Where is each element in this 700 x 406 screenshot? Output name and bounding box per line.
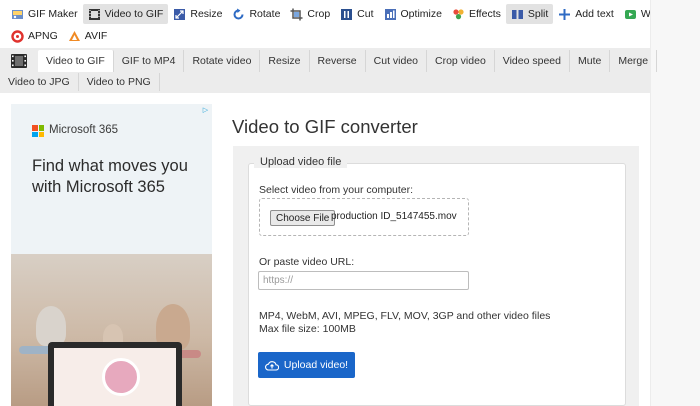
nav-resize-label: Resize (190, 8, 223, 20)
apng-icon (11, 29, 24, 43)
effects-icon (452, 8, 465, 21)
person-figure (36, 306, 66, 346)
nav-avif-label: AVIF (84, 30, 108, 42)
nav-split-label: Split (527, 8, 549, 20)
top-navigation: GIF Maker Video to GIF Resize Rotate Cro… (0, 0, 669, 48)
nav-cut-label: Cut (357, 8, 374, 20)
nav-add-text-label: Add text (575, 8, 614, 20)
nav-avif[interactable]: AVIF (63, 26, 113, 46)
sub-nav-row-2: Video to JPG Video to PNG (0, 73, 160, 91)
choose-file-button[interactable]: Choose File (270, 210, 336, 226)
supported-formats-text: MP4, WebM, AVI, MPEG, FLV, MOV, 3GP and … (259, 310, 551, 322)
top-nav-row-1: GIF Maker Video to GIF Resize Rotate Cro… (6, 4, 674, 24)
microsoft-logo-icon (32, 125, 44, 137)
sub-nav-row-1: Video to GIF GIF to MP4 Rotate video Res… (0, 50, 658, 72)
nav-split[interactable]: Split (505, 4, 554, 24)
selected-file-name: production ID_5147455.mov (331, 211, 457, 222)
upload-video-button[interactable]: Upload video! (258, 352, 355, 378)
avif-icon (68, 30, 81, 43)
ad-headline: Find what moves you with Microsoft 365 (32, 157, 188, 196)
cut-icon (340, 8, 353, 21)
nav-apng[interactable]: APNG (6, 26, 63, 46)
ad-laptop-image (48, 342, 182, 406)
subtab-mute[interactable]: Mute (570, 50, 611, 72)
video-url-input[interactable] (258, 271, 469, 290)
advertisement[interactable]: ▷ Microsoft 365 Find what moves you with… (11, 104, 212, 406)
resize-icon (173, 8, 186, 21)
subtab-video-to-jpg[interactable]: Video to JPG (0, 73, 79, 91)
subtab-video-to-png[interactable]: Video to PNG (79, 73, 160, 91)
subtab-reverse[interactable]: Reverse (310, 50, 366, 72)
film-strip-icon (0, 50, 38, 72)
subtab-video-to-gif[interactable]: Video to GIF (38, 50, 114, 72)
nav-cut[interactable]: Cut (335, 4, 378, 24)
nav-video-to-gif-label: Video to GIF (104, 8, 164, 20)
gif-maker-icon (11, 8, 24, 21)
nav-rotate-label: Rotate (249, 8, 281, 20)
nav-crop-label: Crop (307, 8, 331, 20)
nav-apng-label: APNG (28, 30, 58, 42)
laptop-screen (54, 348, 176, 406)
url-label: Or paste video URL: (259, 256, 355, 268)
rotate-icon (232, 8, 245, 21)
ad-brand: Microsoft 365 (49, 124, 119, 136)
nav-rotate[interactable]: Rotate (227, 4, 285, 24)
max-file-size-text: Max file size: 100MB (259, 323, 356, 335)
crop-icon (290, 8, 303, 21)
subtab-rotate-video[interactable]: Rotate video (184, 50, 261, 72)
add-text-icon (558, 8, 571, 21)
webp-icon (624, 8, 637, 21)
nav-effects-label: Effects (468, 8, 501, 20)
page-title: Video to GIF converter (232, 116, 418, 137)
nav-effects[interactable]: Effects (447, 4, 506, 24)
subtab-cut-video[interactable]: Cut video (366, 50, 427, 72)
subtab-resize[interactable]: Resize (260, 50, 310, 72)
upload-video-button-label: Upload video! (283, 359, 349, 371)
nav-crop[interactable]: Crop (285, 4, 335, 24)
subtab-crop-video[interactable]: Crop video (427, 50, 495, 72)
nav-optimize[interactable]: Optimize (379, 4, 447, 24)
nav-video-to-gif[interactable]: Video to GIF (82, 4, 169, 24)
sub-navigation: Video to GIF GIF to MP4 Rotate video Res… (0, 48, 658, 93)
split-icon (511, 8, 524, 21)
fieldset-legend: Upload video file (254, 156, 348, 168)
cloud-upload-icon (264, 360, 279, 371)
subtab-merge[interactable]: Merge (610, 50, 658, 72)
subtab-video-speed[interactable]: Video speed (495, 50, 570, 72)
select-file-label: Select video from your computer: (259, 184, 414, 196)
nav-optimize-label: Optimize (400, 8, 442, 20)
nav-add-text[interactable]: Add text (553, 4, 619, 24)
right-side-strip (650, 0, 700, 406)
optimize-icon (384, 8, 397, 21)
laptop-photo-circle (102, 358, 140, 396)
ad-choices-icon[interactable]: ▷ (201, 106, 210, 115)
film-icon (88, 8, 101, 21)
top-nav-row-2: APNG AVIF (6, 26, 112, 46)
nav-resize[interactable]: Resize (168, 4, 227, 24)
nav-gif-maker-label: GIF Maker (28, 8, 78, 20)
nav-gif-maker[interactable]: GIF Maker (6, 4, 83, 24)
subtab-gif-to-mp4[interactable]: GIF to MP4 (114, 50, 185, 72)
